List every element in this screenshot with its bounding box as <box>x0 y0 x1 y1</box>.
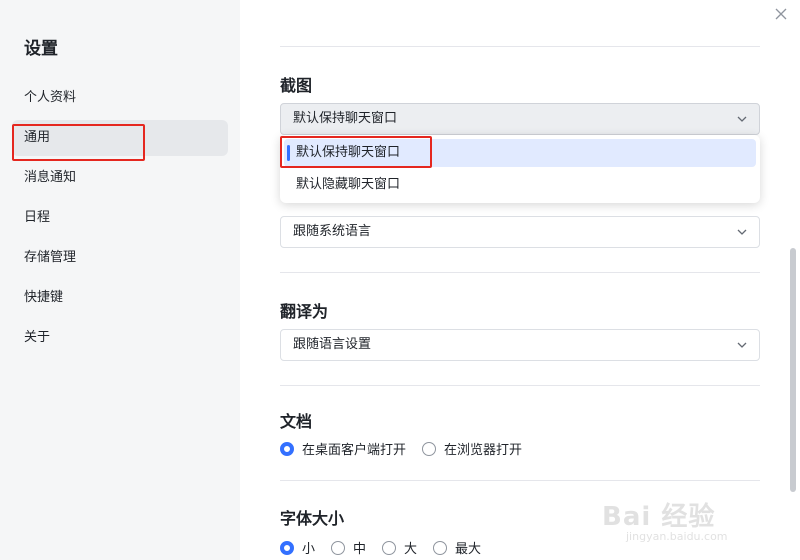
sidebar-item-shortcuts[interactable]: 快捷键 <box>12 280 228 316</box>
radio-checked-icon <box>280 540 294 555</box>
divider <box>280 385 760 386</box>
settings-main: 截图 默认保持聊天窗口 跟随系统语言 翻译为 跟随语言设置 文档 在桌面客户端打… <box>240 0 800 560</box>
radio-font-small[interactable]: 小 <box>280 538 315 557</box>
radio-font-medium[interactable]: 中 <box>331 538 366 557</box>
divider <box>280 46 760 47</box>
sidebar-item-general[interactable]: 通用 <box>12 120 228 156</box>
radio-open-browser[interactable]: 在浏览器打开 <box>422 439 522 458</box>
document-section-title: 文档 <box>280 412 313 431</box>
radio-label: 中 <box>353 542 367 557</box>
watermark-logo: Bai 经验 <box>602 502 716 532</box>
language-select-value: 跟随系统语言 <box>293 224 372 239</box>
sidebar-item-storage[interactable]: 存储管理 <box>12 240 228 276</box>
radio-unchecked-icon <box>433 540 448 555</box>
sidebar-item-calendar[interactable]: 日程 <box>12 200 228 236</box>
screenshot-section-title: 截图 <box>280 76 313 95</box>
sidebar-title: 设置 <box>24 39 58 59</box>
dropdown-option-label: 默认保持聊天窗口 <box>296 145 401 160</box>
scrollbar[interactable] <box>790 248 796 492</box>
chevron-down-icon <box>737 229 747 235</box>
sidebar-item-profile[interactable]: 个人资料 <box>12 80 228 116</box>
translate-section-title: 翻译为 <box>280 302 329 321</box>
dropdown-option-hide-window[interactable]: 默认隐藏聊天窗口 <box>284 171 756 199</box>
radio-label: 小 <box>302 542 316 557</box>
language-select[interactable]: 跟随系统语言 <box>280 216 760 248</box>
chevron-down-icon <box>737 342 747 348</box>
radio-unchecked-icon <box>422 441 437 456</box>
screenshot-dropdown-menu: 默认保持聊天窗口 默认隐藏聊天窗口 <box>280 135 760 203</box>
screenshot-select-value: 默认保持聊天窗口 <box>293 111 398 126</box>
radio-label: 大 <box>404 542 418 557</box>
settings-sidebar: 设置 个人资料 通用 消息通知 日程 存储管理 快捷键 关于 <box>0 0 240 560</box>
divider <box>280 272 760 273</box>
radio-font-xlarge[interactable]: 最大 <box>433 538 481 557</box>
translate-select[interactable]: 跟随语言设置 <box>280 329 760 361</box>
font-size-radio-group: 小 中 大 最大 <box>280 538 497 557</box>
translate-select-value: 跟随语言设置 <box>293 337 372 352</box>
radio-checked-icon <box>280 441 294 456</box>
document-radio-group: 在桌面客户端打开 在浏览器打开 <box>280 439 538 458</box>
font-size-section-title: 字体大小 <box>280 509 345 528</box>
screenshot-select[interactable]: 默认保持聊天窗口 <box>280 103 760 135</box>
sidebar-item-about[interactable]: 关于 <box>12 320 228 356</box>
baidu-watermark: Bai 经验 jingyan.baidu.com <box>602 496 792 546</box>
chevron-down-icon <box>737 116 747 122</box>
radio-unchecked-icon <box>331 540 346 555</box>
watermark-url: jingyan.baidu.com <box>626 530 728 543</box>
close-icon[interactable] <box>774 6 788 20</box>
radio-label: 在浏览器打开 <box>444 443 523 458</box>
selected-indicator <box>287 145 290 161</box>
divider <box>280 480 760 481</box>
radio-label: 最大 <box>455 542 482 557</box>
radio-label: 在桌面客户端打开 <box>302 443 407 458</box>
dropdown-option-label: 默认隐藏聊天窗口 <box>296 177 401 192</box>
dropdown-option-keep-window[interactable]: 默认保持聊天窗口 <box>284 139 756 167</box>
radio-unchecked-icon <box>382 540 397 555</box>
sidebar-item-notifications[interactable]: 消息通知 <box>12 160 228 196</box>
radio-open-desktop[interactable]: 在桌面客户端打开 <box>280 439 406 458</box>
radio-font-large[interactable]: 大 <box>382 538 417 557</box>
